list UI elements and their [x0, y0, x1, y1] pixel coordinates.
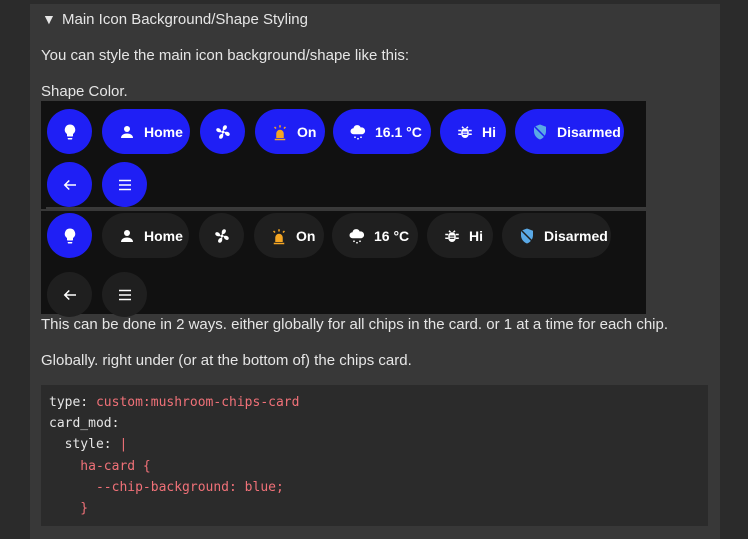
code-line: ha-card { — [49, 458, 151, 474]
chip-disarmed-label: Disarmed — [557, 123, 621, 140]
chip-bug-hi[interactable]: Hi — [440, 109, 506, 154]
bug-icon — [456, 123, 474, 141]
chip-fan[interactable] — [199, 213, 244, 258]
chip-home[interactable]: Home — [102, 109, 190, 154]
chip-light[interactable] — [47, 213, 92, 258]
details-panel: ▼ Main Icon Background/Shape Styling You … — [30, 4, 720, 539]
chip-disarmed-label: Disarmed — [544, 227, 608, 244]
code-line: --chip-background: blue; — [49, 479, 284, 495]
divider — [46, 207, 646, 209]
code-key: style: — [49, 437, 120, 453]
shield-off-icon — [518, 227, 536, 245]
chip-alarm-on-label: On — [297, 123, 317, 140]
code-line: } — [49, 501, 89, 517]
fan-icon — [213, 227, 231, 245]
code-line: card_mod: — [49, 413, 700, 434]
chips-card-default: Home On 16 °C Hi Disarmed — [41, 211, 646, 317]
chip-bug-hi-label: Hi — [469, 227, 483, 244]
ways-text: This can be done in 2 ways. either globa… — [41, 316, 668, 333]
code-block[interactable]: type: custom:mushroom-chips-card card_mo… — [41, 385, 708, 526]
cloud-snow-icon — [349, 123, 367, 141]
code-line: type: custom:mushroom-chips-card — [49, 392, 700, 413]
chip-back[interactable] — [47, 272, 92, 317]
person-icon — [118, 227, 136, 245]
code-key: card_mod: — [49, 416, 120, 432]
section-summary[interactable]: ▼ Main Icon Background/Shape Styling — [42, 11, 308, 28]
cloud-snow-icon — [348, 227, 366, 245]
arrow-left-icon — [61, 286, 79, 304]
globally-text: Globally. right under (or at the bottom … — [41, 352, 412, 369]
chip-weather[interactable]: 16 °C — [332, 213, 418, 258]
code-key: type: — [49, 395, 96, 410]
chip-disarmed[interactable]: Disarmed — [515, 109, 624, 154]
disclosure-triangle-icon[interactable]: ▼ — [42, 11, 56, 27]
section-title: Main Icon Background/Shape Styling — [62, 11, 308, 28]
chip-alarm-on[interactable]: On — [255, 109, 325, 154]
chip-alarm-on-label: On — [296, 227, 316, 244]
chip-menu[interactable] — [102, 162, 147, 207]
alarm-light-icon — [271, 123, 289, 141]
chips-card-blue: Home On 16.1 °C Hi Disarmed — [41, 101, 646, 209]
chip-home-label: Home — [144, 123, 183, 140]
lightbulb-icon — [61, 123, 79, 141]
chip-weather-label: 16.1 °C — [375, 123, 422, 140]
chip-back[interactable] — [47, 162, 92, 207]
code-value: | — [119, 437, 128, 453]
alarm-light-icon — [270, 227, 288, 245]
person-icon — [118, 123, 136, 141]
bug-icon — [443, 227, 461, 245]
arrow-left-icon — [61, 176, 79, 194]
chip-bug-hi-label: Hi — [482, 123, 496, 140]
code-value: custom:mushroom-chips-card — [95, 395, 300, 410]
chip-weather-label: 16 °C — [374, 227, 410, 244]
menu-icon — [116, 176, 134, 194]
menu-icon — [116, 286, 134, 304]
lightbulb-icon — [61, 227, 79, 245]
chip-alarm-on[interactable]: On — [254, 213, 324, 258]
code-line: style: | — [49, 434, 700, 455]
chip-weather[interactable]: 16.1 °C — [333, 109, 431, 154]
shape-color-text: Shape Color. — [41, 83, 128, 100]
shield-off-icon — [531, 123, 549, 141]
chip-home-label: Home — [144, 227, 183, 244]
chip-bug-hi[interactable]: Hi — [427, 213, 493, 258]
chip-light[interactable] — [47, 109, 92, 154]
chip-menu[interactable] — [102, 272, 147, 317]
fan-icon — [214, 123, 232, 141]
chip-fan[interactable] — [200, 109, 245, 154]
intro-text: You can style the main icon background/s… — [41, 47, 410, 64]
chip-disarmed[interactable]: Disarmed — [502, 213, 611, 258]
chip-home[interactable]: Home — [102, 213, 189, 258]
